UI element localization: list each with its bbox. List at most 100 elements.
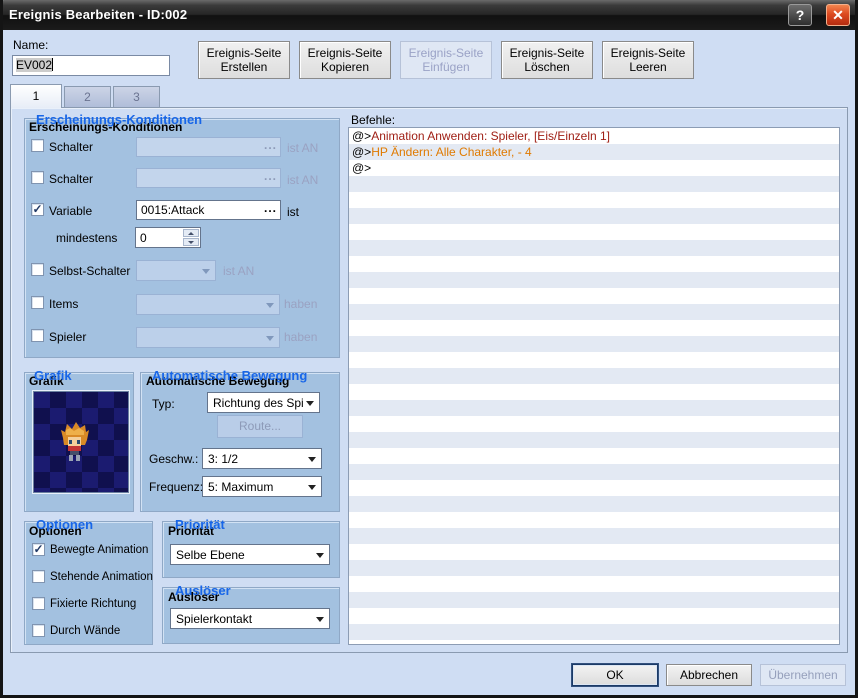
movement-freq-combo[interactable]: 5: Maximum	[202, 476, 322, 497]
name-label: Name:	[13, 38, 48, 52]
switch2-suffix: ist AN	[287, 173, 318, 187]
command-row[interactable]	[349, 208, 839, 224]
min-value-spinner[interactable]: 0	[135, 227, 201, 248]
command-text: Animation Anwenden: Spieler, [Eis/Einzel…	[371, 129, 610, 143]
page-create-button[interactable]: Ereignis-Seite Erstellen	[198, 41, 290, 79]
priority-title-overlay: Priorität	[175, 517, 225, 532]
command-row[interactable]	[349, 448, 839, 464]
command-row[interactable]	[349, 464, 839, 480]
character-sprite-preview[interactable]	[33, 391, 129, 493]
command-list[interactable]: @>Animation Anwenden: Spieler, [Eis/Einz…	[348, 127, 840, 645]
command-row[interactable]	[349, 256, 839, 272]
option-through-checkbox[interactable]	[32, 624, 45, 637]
movement-speed-combo[interactable]: 3: 1/2	[202, 448, 322, 469]
name-input[interactable]: EV002	[12, 55, 170, 76]
tab-page-2[interactable]: 2	[64, 86, 111, 107]
spinner-down-icon[interactable]	[183, 238, 199, 246]
command-row[interactable]	[349, 416, 839, 432]
page-delete-button[interactable]: Ereignis-Seite Löschen	[501, 41, 593, 79]
page-clear-button[interactable]: Ereignis-Seite Leeren	[602, 41, 694, 79]
command-row[interactable]	[349, 544, 839, 560]
command-row[interactable]	[349, 592, 839, 608]
page-copy-button[interactable]: Ereignis-Seite Kopieren	[299, 41, 391, 79]
chevron-down-icon	[202, 269, 210, 274]
command-row[interactable]	[349, 352, 839, 368]
route-button: Route...	[217, 415, 303, 438]
command-prefix: @>	[352, 161, 371, 175]
variable-field[interactable]: 0015:Attack ...	[136, 200, 281, 220]
items-checkbox[interactable]	[31, 296, 44, 309]
command-row[interactable]	[349, 576, 839, 592]
tab-page-1[interactable]: 1	[10, 84, 62, 108]
command-row[interactable]	[349, 272, 839, 288]
chevron-down-icon	[266, 303, 274, 308]
command-row[interactable]	[349, 480, 839, 496]
switch2-label: Schalter	[49, 172, 93, 186]
command-row[interactable]	[349, 368, 839, 384]
option-fixed-dir-checkbox[interactable]	[32, 597, 45, 610]
commands-label: Befehle:	[351, 113, 395, 127]
self-switch-combo	[136, 260, 216, 281]
actor-label: Spieler	[49, 330, 86, 344]
command-text: HP Ändern: Alle Charakter, - 4	[371, 145, 532, 159]
event-edit-dialog: Ereignis Bearbeiten - ID:002 ? ✕ Name: E…	[0, 0, 858, 698]
switch1-suffix: ist AN	[287, 141, 318, 155]
command-row[interactable]	[349, 240, 839, 256]
switch2-checkbox[interactable]	[31, 171, 44, 184]
command-prefix: @>	[352, 145, 371, 159]
chevron-down-icon	[316, 553, 324, 558]
variable-browse-button[interactable]: ...	[264, 201, 277, 215]
command-row[interactable]	[349, 384, 839, 400]
command-row[interactable]: @>Animation Anwenden: Spieler, [Eis/Einz…	[349, 128, 839, 144]
self-switch-checkbox[interactable]	[31, 263, 44, 276]
titlebar[interactable]: Ereignis Bearbeiten - ID:002 ? ✕	[0, 0, 858, 30]
command-row[interactable]	[349, 176, 839, 192]
variable-checkbox[interactable]: ✓	[31, 203, 44, 216]
command-row[interactable]: @>	[349, 160, 839, 176]
movement-speed-value: 3: 1/2	[208, 452, 238, 466]
command-row[interactable]	[349, 528, 839, 544]
command-row[interactable]	[349, 624, 839, 640]
option-move-anim-checkbox[interactable]: ✓	[32, 543, 45, 556]
command-row[interactable]	[349, 320, 839, 336]
switch1-browse-button: ...	[264, 138, 277, 152]
trigger-combo[interactable]: Spielerkontakt	[170, 608, 330, 629]
items-label: Items	[49, 297, 78, 311]
movement-speed-label: Geschw.:	[149, 452, 198, 466]
spinner-up-icon[interactable]	[183, 229, 199, 237]
self-switch-label: Selbst-Schalter	[49, 264, 130, 278]
help-icon[interactable]: ?	[788, 4, 812, 26]
command-row[interactable]	[349, 400, 839, 416]
option-through-label: Durch Wände	[50, 625, 120, 637]
ok-button[interactable]: OK	[572, 664, 658, 686]
command-row[interactable]	[349, 288, 839, 304]
option-move-anim-label: Bewegte Animation	[50, 544, 148, 556]
command-row[interactable]	[349, 192, 839, 208]
trigger-value: Spielerkontakt	[176, 612, 252, 626]
switch1-checkbox[interactable]	[31, 139, 44, 152]
priority-combo[interactable]: Selbe Ebene	[170, 544, 330, 565]
command-row[interactable]	[349, 496, 839, 512]
movement-type-label: Typ:	[152, 397, 175, 411]
option-stop-anim-label: Stehende Animation	[50, 571, 153, 583]
command-row[interactable]	[349, 304, 839, 320]
command-row[interactable]	[349, 512, 839, 528]
command-row[interactable]	[349, 560, 839, 576]
tab-page-3[interactable]: 3	[113, 86, 160, 107]
actor-checkbox[interactable]	[31, 329, 44, 342]
cancel-button[interactable]: Abbrechen	[666, 664, 752, 686]
close-icon[interactable]: ✕	[826, 4, 850, 26]
option-stop-anim-checkbox[interactable]	[32, 570, 45, 583]
actor-combo	[136, 327, 280, 348]
self-switch-suffix: ist AN	[223, 264, 254, 278]
spinner-buttons	[183, 229, 199, 246]
chevron-down-icon	[308, 485, 316, 490]
command-row[interactable]	[349, 336, 839, 352]
switch2-browse-button: ...	[264, 169, 277, 183]
items-suffix: haben	[284, 297, 317, 311]
command-row[interactable]	[349, 432, 839, 448]
command-row[interactable]	[349, 224, 839, 240]
command-row[interactable]	[349, 608, 839, 624]
command-row[interactable]: @>HP Ändern: Alle Charakter, - 4	[349, 144, 839, 160]
movement-type-combo[interactable]: Richtung des Spi	[207, 392, 320, 413]
